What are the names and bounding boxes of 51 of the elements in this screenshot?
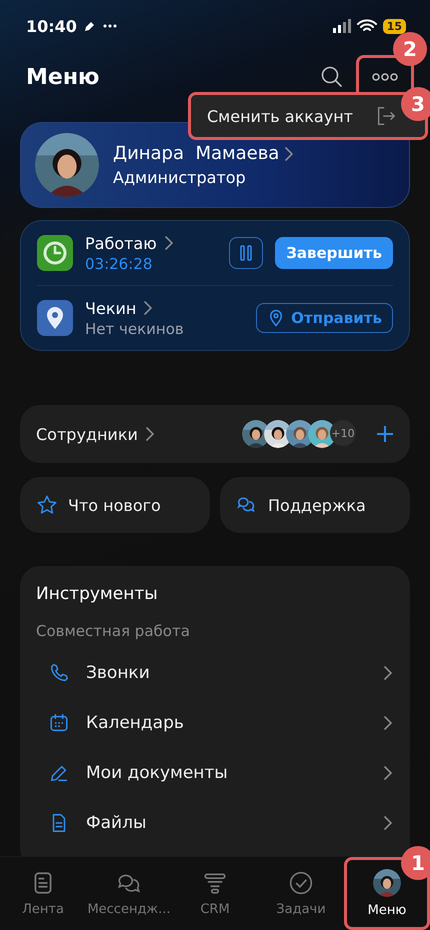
user-name: Динара Мамаева xyxy=(113,143,280,164)
clock-time: 10:40 xyxy=(26,16,77,36)
tool-item[interactable]: Мои документы xyxy=(36,748,394,798)
battery-level: 15 xyxy=(382,18,406,34)
chevron-icon xyxy=(384,816,392,830)
chevron-icon xyxy=(144,301,152,315)
more-dots-icon xyxy=(372,73,398,81)
work-timer: 03:26:28 xyxy=(85,254,154,272)
work-status: Работаю xyxy=(85,234,157,252)
wifi-icon xyxy=(356,19,377,33)
nav-tab[interactable]: Лента xyxy=(0,857,86,930)
tool-item[interactable]: Звонки xyxy=(36,648,394,698)
pen-icon xyxy=(82,19,97,33)
tool-item[interactable]: Файлы xyxy=(36,798,394,848)
clock-icon xyxy=(37,235,73,271)
phone-icon xyxy=(48,662,70,684)
pause-icon xyxy=(240,245,252,261)
step-badge: 3 xyxy=(400,87,430,121)
signal-icon xyxy=(332,19,351,33)
checkin-label: Чекин xyxy=(85,298,136,318)
star-icon xyxy=(36,494,58,516)
nav-tab[interactable]: Задачи xyxy=(258,857,344,930)
pause-button[interactable] xyxy=(229,237,264,269)
plus-icon[interactable] xyxy=(376,425,394,443)
section-title: Инструменты xyxy=(36,584,159,604)
quick-action-button[interactable]: Что нового xyxy=(20,477,210,533)
chevron-icon xyxy=(384,716,392,730)
chevron-icon xyxy=(146,427,154,441)
calendar-icon xyxy=(48,712,70,734)
user-role: Администратор xyxy=(113,168,247,187)
location-pin-icon xyxy=(37,300,73,336)
more-count: +10 xyxy=(330,420,356,446)
quick-action-button[interactable]: Поддержка xyxy=(220,477,410,533)
more-button[interactable] xyxy=(370,71,400,83)
chevron-icon xyxy=(384,666,392,680)
employees-link[interactable]: Сотрудники xyxy=(36,424,240,444)
nav-tab[interactable]: CRM xyxy=(172,857,258,930)
tool-item[interactable]: Календарь xyxy=(36,698,394,748)
step-badge: 2 xyxy=(393,32,427,66)
chevron-icon xyxy=(285,146,294,160)
group-label: Совместная работа xyxy=(36,622,191,640)
more-dots-icon xyxy=(102,24,117,28)
nav-tab[interactable]: Мессендж... xyxy=(86,857,172,930)
chevron-icon xyxy=(164,236,173,250)
send-button[interactable]: Отправить xyxy=(256,303,393,333)
step-badge: 1 xyxy=(401,846,430,880)
checkin-status: Нет чекинов xyxy=(85,320,185,338)
check-circle-icon xyxy=(288,870,314,896)
search-icon xyxy=(320,65,344,89)
page-title: Меню xyxy=(26,64,100,90)
chevron-icon xyxy=(384,766,392,780)
